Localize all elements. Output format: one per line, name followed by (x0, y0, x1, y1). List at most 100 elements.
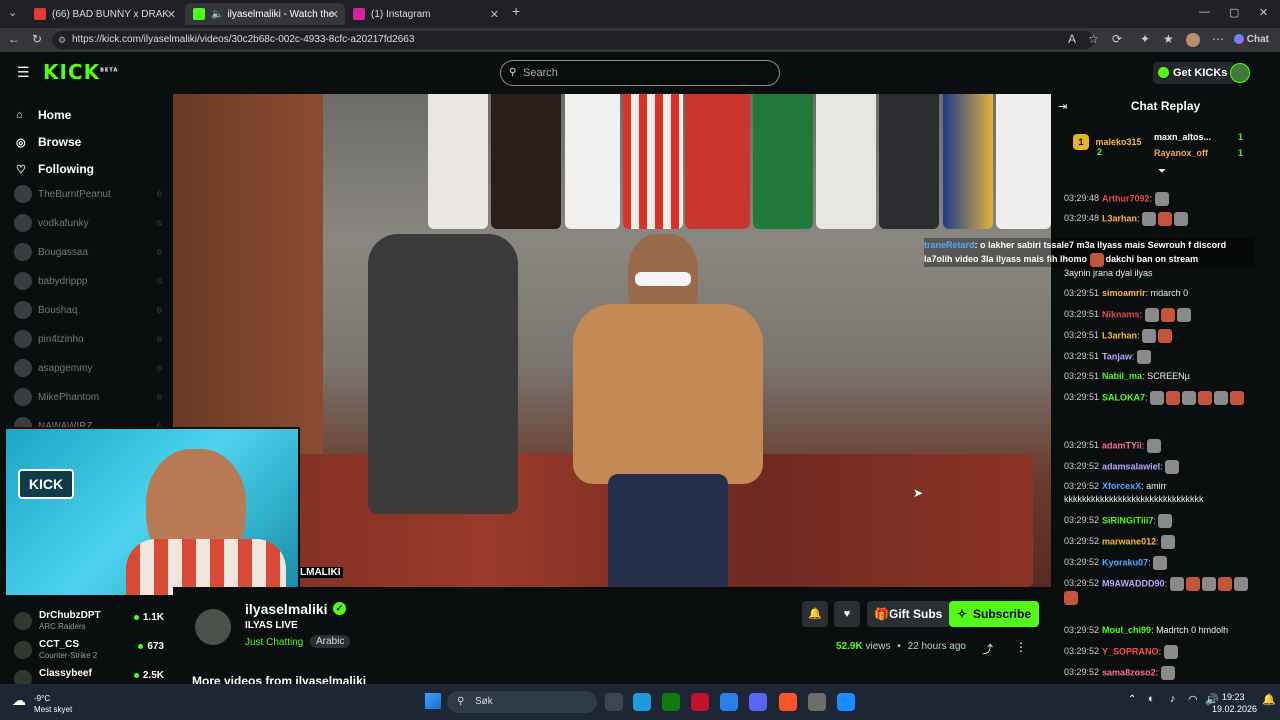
maximize-button[interactable]: ▢ (1229, 6, 1239, 19)
notification-bell-button[interactable]: 🔔 (802, 601, 828, 627)
app-icon[interactable] (808, 693, 826, 711)
close-tab-icon[interactable]: ✕ (167, 8, 176, 21)
wifi-icon[interactable]: ◠ (1188, 693, 1198, 706)
sidebar-channel-offline[interactable]: asapgemmy ⦸ (14, 358, 164, 378)
sidebar-channel-offline[interactable]: Bougassaa ⦸ (14, 242, 164, 262)
close-tab-icon[interactable]: ✕ (490, 8, 499, 21)
sidebar-item-home[interactable]: ⌂ Home (16, 108, 71, 122)
tab-list-chevron-icon[interactable]: ⌄ (8, 6, 17, 19)
chat-username[interactable]: Arthur7092 (1102, 193, 1150, 203)
read-aloud-icon[interactable]: A (1068, 32, 1076, 46)
chat-username[interactable]: SiRiNGiTiii7 (1102, 515, 1153, 525)
profile-avatar[interactable] (1186, 33, 1200, 47)
refresh-page-icon[interactable]: ⟳ (1112, 32, 1122, 46)
follow-button[interactable]: ♥ (834, 601, 860, 627)
share-icon[interactable]: ⤴ (982, 641, 993, 657)
gift-subs-button[interactable]: 🎁 Gift Subs (867, 601, 951, 627)
tray-app-icon[interactable]: ◐ (1148, 693, 1155, 705)
settings-icon[interactable] (837, 693, 855, 711)
windows-start-icon[interactable] (425, 693, 441, 709)
live-channel[interactable]: DrChubzDPT ARC Raiders 1.1K (14, 610, 164, 634)
chat-username[interactable]: M9AWADDD90 (1102, 578, 1165, 588)
chat-username[interactable]: sama8zoso2 (1102, 667, 1156, 677)
more-menu-icon[interactable]: ⋯ (1212, 32, 1224, 46)
minimize-button[interactable]: — (1199, 6, 1210, 18)
app-icon[interactable] (691, 693, 709, 711)
chat-timestamp: 03:29:52 (1064, 646, 1100, 657)
extensions-icon[interactable]: ✦ (1140, 32, 1150, 46)
channel-name[interactable]: ilyaselmaliki (245, 601, 328, 617)
heart-icon: ♡ (16, 163, 26, 176)
chat-message: 03:29:48 L3arhan: (1064, 212, 1264, 226)
sidebar-channel-offline[interactable]: pin4tzinho ⦸ (14, 329, 164, 349)
sidebar-channel-offline[interactable]: Boushaq ⦸ (14, 300, 164, 320)
tray-chevron-icon[interactable]: ⌃ (1128, 694, 1136, 705)
heart-icon: ♥ (843, 608, 851, 620)
browser-tab-youtube[interactable]: (66) BAD BUNNY x DRAKE - MÍA ( ✕ (26, 3, 182, 25)
favorites-icon[interactable]: ★ (1163, 32, 1174, 46)
sidebar-item-following[interactable]: ♡ Following (16, 162, 94, 176)
close-tab-icon[interactable]: ✕ (330, 8, 339, 21)
sidebar-channel-offline[interactable]: TheBurntPeanut ⦸ (14, 184, 164, 204)
chat-username[interactable]: Niknams (1102, 309, 1140, 319)
subscribe-button[interactable]: ✧ Subscribe (949, 601, 1040, 627)
live-channel[interactable]: CCT_CS Counter-Strike 2 673 (14, 639, 164, 663)
browser-tab-instagram[interactable]: (1) Instagram ✕ (345, 3, 505, 25)
brave-icon[interactable] (779, 693, 797, 711)
chat-username[interactable]: Nabil_ma (1102, 371, 1142, 381)
top-gifter-1[interactable]: 1 maleko315 (1073, 134, 1142, 150)
user-avatar[interactable] (1230, 63, 1250, 83)
chat-username[interactable]: Y_SOPRANO (1102, 646, 1159, 656)
chat-username[interactable]: L3arhan (1102, 213, 1137, 223)
speaker-icon[interactable]: 🔈 (211, 9, 223, 20)
sidebar-channel-offline[interactable]: MikePhantom ⦸ (14, 387, 164, 407)
chat-username[interactable]: adamsalawiel (1102, 461, 1160, 471)
chat-username[interactable]: marwane012 (1102, 536, 1156, 546)
store-icon[interactable] (720, 693, 738, 711)
discord-icon[interactable] (749, 693, 767, 711)
video-player[interactable]: LMALIKI ➤ (173, 94, 1051, 587)
site-info-icon[interactable]: ⚙ (58, 31, 66, 49)
microphone-icon[interactable]: ♪ (1170, 693, 1176, 705)
favorite-star-icon[interactable]: ☆ (1088, 32, 1099, 46)
chat-username[interactable]: Tanjaw (1102, 351, 1132, 361)
back-icon[interactable]: ← (8, 32, 20, 46)
notifications-icon[interactable]: 🔔 (1262, 693, 1276, 706)
new-tab-button[interactable]: + (512, 3, 520, 19)
sidebar-channel-offline[interactable]: vodkafunky ⦸ (14, 213, 164, 233)
category-link[interactable]: Just Chatting (245, 637, 303, 648)
channel-avatar[interactable] (195, 609, 231, 645)
chat-username[interactable]: XforcexX (1102, 481, 1141, 491)
browser-tab-kick[interactable]: 🔈 ilyaselmaliki - Watch the VOD ✕ (185, 3, 345, 25)
sidebar-channel-offline[interactable]: babydrippp ⦸ (14, 271, 164, 291)
more-options-icon[interactable]: ⋮ (1015, 640, 1027, 654)
edge-icon[interactable] (633, 693, 651, 711)
chat-username[interactable]: Moul_chi99 (1102, 625, 1151, 635)
chat-username[interactable]: adamTYii (1102, 440, 1142, 450)
chat-username[interactable]: simoamrir (1102, 288, 1146, 298)
url-field[interactable]: ⚙ https://kick.com/ilyaselmaliki/videos/… (52, 31, 1094, 49)
kick-logo[interactable]: KICKBETA (43, 60, 118, 84)
hamburger-menu-icon[interactable]: ☰ (17, 64, 30, 81)
top-gifter-2[interactable]: maxn_altos... (1154, 132, 1211, 142)
chat-username[interactable]: Kyoraku07 (1102, 557, 1148, 567)
reload-icon[interactable]: ↻ (32, 32, 42, 46)
top-gifter-3[interactable]: Rayanox_off (1154, 148, 1208, 158)
copilot-chat-button[interactable]: Chat (1234, 34, 1269, 45)
clock-date[interactable]: 19.02.2026 (1212, 704, 1257, 714)
xbox-icon[interactable] (662, 693, 680, 711)
weather-icon[interactable]: ☁ (12, 692, 26, 709)
search-input[interactable]: ⚲ Search (500, 60, 780, 86)
get-kicks-button[interactable]: Get KICKs (1153, 62, 1236, 84)
taskbar-search[interactable]: ⚲ Søk (447, 691, 597, 713)
task-view-icon[interactable] (605, 693, 623, 711)
channel-avatar (14, 243, 32, 261)
sidebar-item-browse[interactable]: ◎ Browse (16, 135, 81, 149)
chat-username[interactable]: SALOKA7 (1102, 392, 1145, 402)
filter-icon[interactable]: ⏷ (1158, 166, 1166, 177)
language-tag[interactable]: Arabic (310, 635, 351, 648)
close-window-button[interactable]: ✕ (1259, 6, 1268, 19)
clock-time[interactable]: 19:23 (1222, 692, 1245, 702)
chat-username[interactable]: L3arhan (1102, 330, 1137, 340)
emote-icon (1201, 577, 1216, 591)
